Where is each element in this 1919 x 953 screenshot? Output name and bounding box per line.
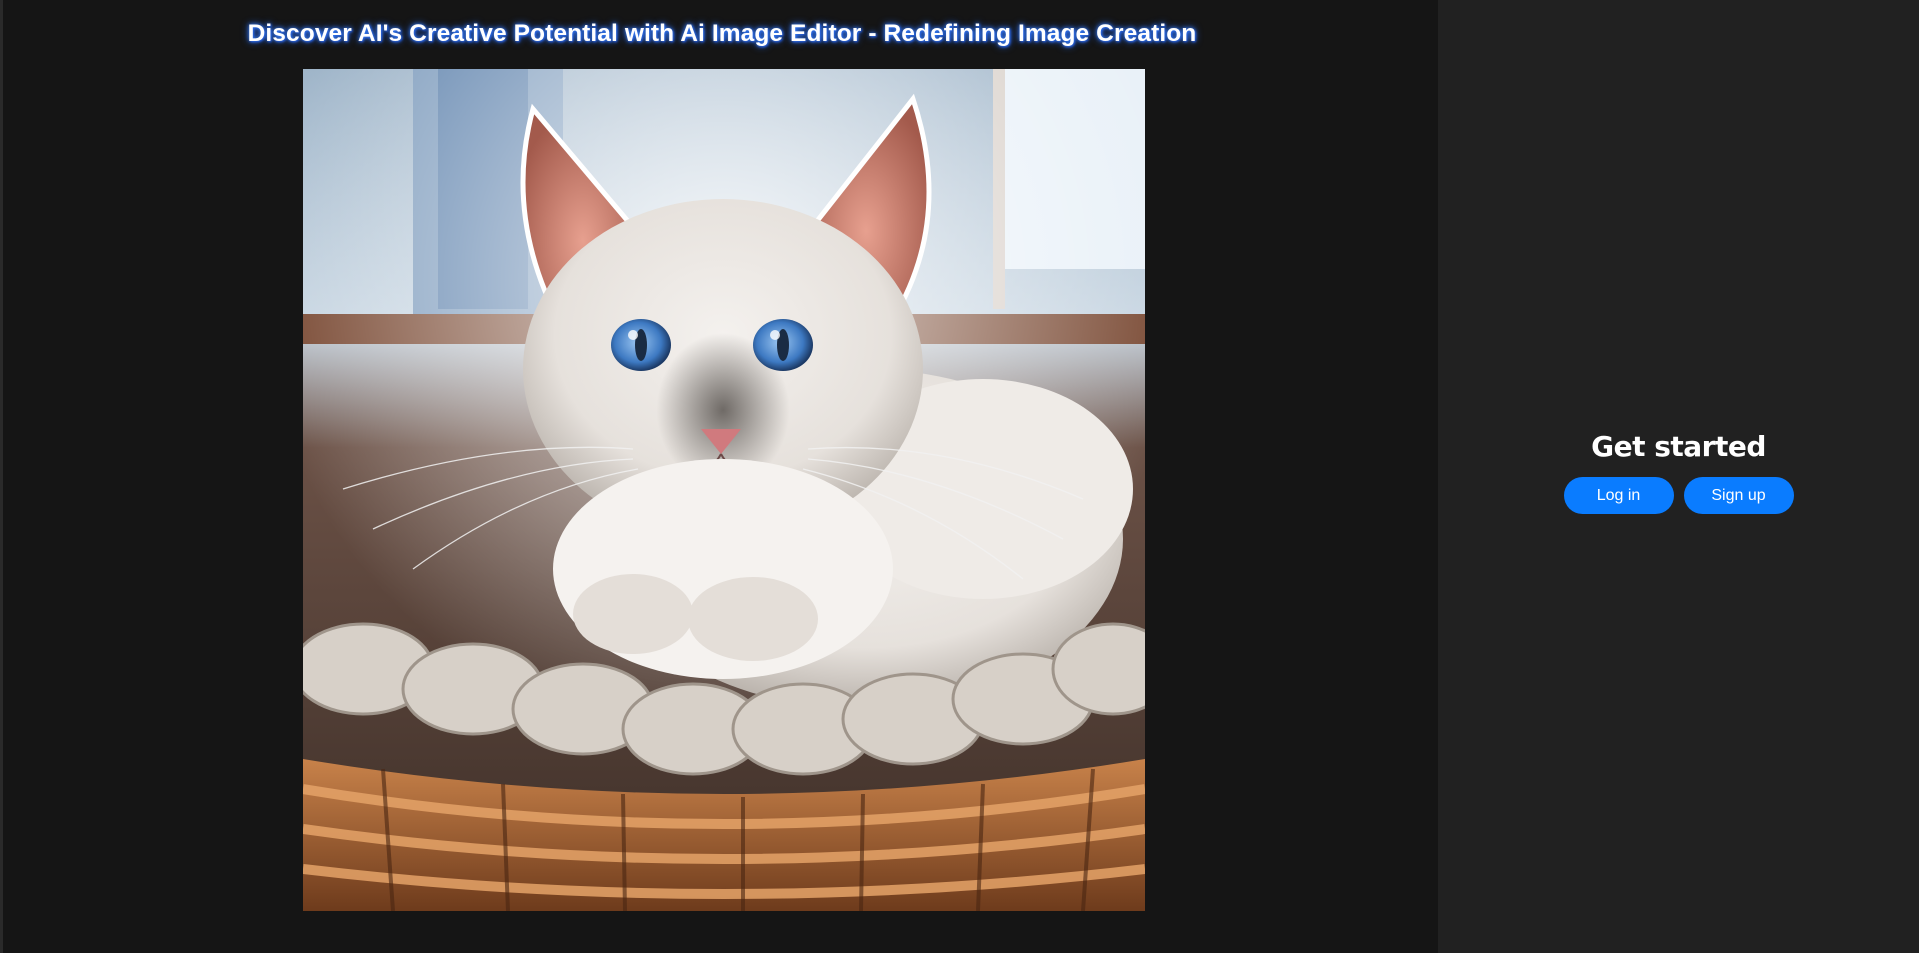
auth-button-group: Log in Sign up: [1438, 477, 1919, 514]
get-started-title: Get started: [1591, 430, 1766, 463]
hero-cat-image: [303, 69, 1145, 911]
cat-illustration: [303, 69, 1145, 911]
signup-button[interactable]: Sign up: [1683, 477, 1794, 514]
page: Discover AI's Creative Potential with Ai…: [0, 0, 1919, 953]
login-button[interactable]: Log in: [1563, 477, 1674, 514]
page-headline: Discover AI's Creative Potential with Ai…: [247, 20, 1197, 47]
get-started-box: Get started Log in Sign up: [1438, 430, 1919, 514]
auth-panel: Get started Log in Sign up: [1438, 0, 1919, 953]
showcase-panel: Discover AI's Creative Potential with Ai…: [0, 0, 1438, 953]
